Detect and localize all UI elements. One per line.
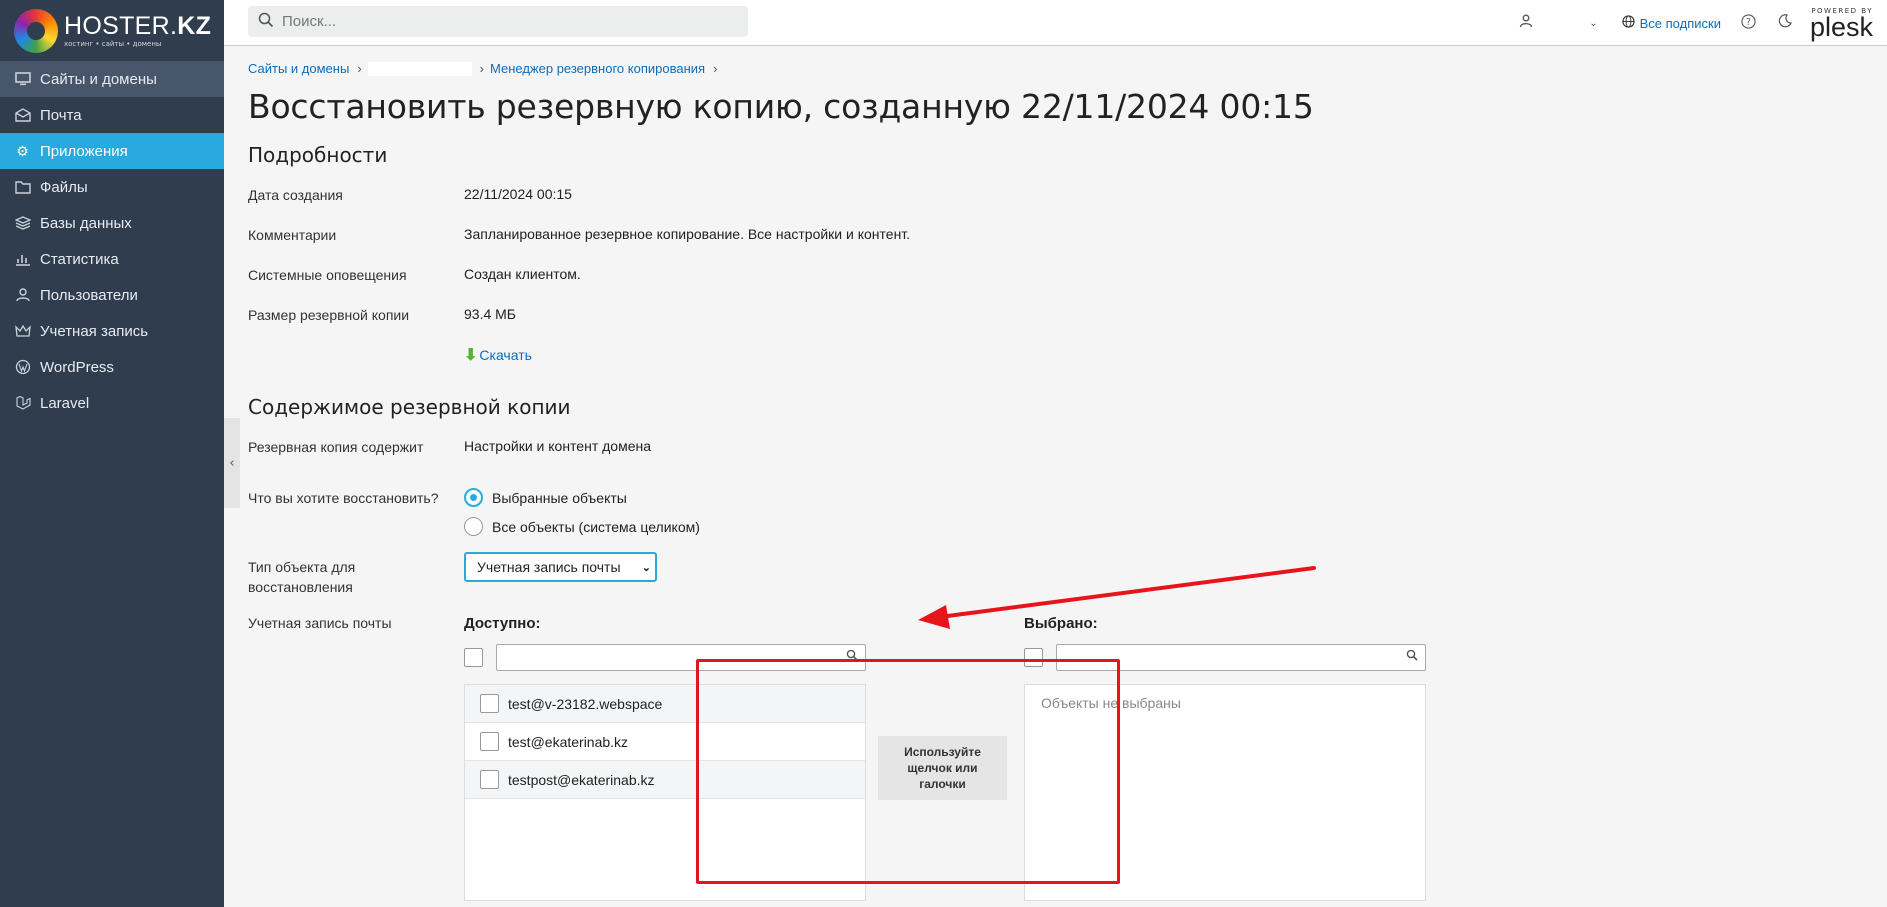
backup-size-label: Размер резервной копии [248, 307, 410, 323]
subscriptions-label: Все подписки [1639, 15, 1721, 31]
folder-icon [14, 179, 31, 196]
laravel-icon [14, 395, 31, 412]
breadcrumb: Сайты и домены › › Менеджер резервного к… [248, 61, 723, 76]
sidebar-item-files[interactable]: Файлы [0, 169, 224, 205]
radio-all-objects[interactable]: Все объекты (система целиком) [464, 517, 700, 536]
sidebar-item-laravel[interactable]: Laravel [0, 385, 224, 421]
svg-text:?: ? [1746, 16, 1751, 27]
globe-icon [1621, 15, 1635, 31]
breadcrumb-redacted-domain[interactable] [367, 61, 472, 76]
crown-icon [14, 323, 31, 340]
radio-button-checked[interactable] [464, 488, 483, 507]
topbar: ⌄ Все подписки ? POWERED BY plesk [224, 0, 1887, 46]
backup-contents-heading: Содержимое резервной копии [248, 395, 571, 419]
plesk-logo: POWERED BY plesk [1809, 7, 1873, 42]
dark-mode-icon[interactable] [1778, 14, 1792, 32]
selected-filter-input[interactable] [1056, 644, 1426, 671]
logo-mark-icon [14, 8, 58, 53]
download-link[interactable]: ⬇ Скачать [464, 345, 532, 365]
selected-list: Объекты не выбраны [1024, 684, 1426, 901]
breadcrumb-sites-domains[interactable]: Сайты и домены [248, 61, 349, 76]
notifications-label: Системные оповещения [248, 267, 407, 283]
help-icon[interactable]: ? [1741, 13, 1756, 33]
sidebar-item-wordpress[interactable]: WordPress [0, 349, 224, 385]
creation-date-label: Дата создания [248, 187, 343, 203]
comments-value: Запланированное резервное копирование. В… [464, 226, 911, 242]
sidebar-item-account[interactable]: Учетная запись [0, 313, 224, 349]
monitor-icon [14, 71, 31, 88]
sidebar-item-mail[interactable]: Почта [0, 97, 224, 133]
item-checkbox[interactable] [480, 770, 499, 789]
chevron-right-icon: › [479, 61, 485, 76]
select-all-available-checkbox[interactable] [464, 648, 483, 667]
select-all-selected-checkbox[interactable] [1024, 648, 1043, 667]
search-icon [846, 649, 858, 664]
available-filter-input[interactable] [496, 644, 866, 671]
annotation-arrow [918, 566, 1316, 629]
chevron-down-icon[interactable]: ⌄ [1589, 18, 1597, 29]
item-checkbox[interactable] [480, 732, 499, 751]
subscriptions-selector[interactable]: Все подписки [1621, 15, 1721, 31]
details-heading: Подробности [248, 143, 388, 167]
sidebar-item-users[interactable]: Пользователи [0, 277, 224, 313]
sidebar: HOSTER.KZ хостинг • сайты • домены Сайты… [0, 0, 224, 907]
sidebar-item-applications[interactable]: ⚙ Приложения [0, 133, 224, 169]
notifications-value: Создан клиентом. [464, 266, 581, 282]
object-type-label: Тип объекта для восстановления [248, 559, 356, 595]
chevron-right-icon: › [357, 61, 362, 76]
backup-size-value: 93.4 МБ [464, 306, 516, 322]
comments-label: Комментарии [248, 227, 337, 243]
search-input[interactable] [282, 13, 712, 30]
restore-what-label: Что вы хотите восстановить? [248, 490, 439, 506]
chevron-down-icon: ⌄ [641, 561, 651, 574]
chevron-left-icon: ‹ [229, 455, 235, 471]
search-box[interactable] [248, 6, 748, 37]
hint-button: Используйте щелчок или галочки [878, 736, 1007, 800]
list-item[interactable]: testpost@ekaterinab.kz [465, 761, 865, 799]
breadcrumb-backup-manager[interactable]: Менеджер резервного копирования [490, 61, 705, 76]
item-checkbox[interactable] [480, 694, 499, 713]
search-icon [258, 12, 274, 32]
backup-contains-label: Резервная копия содержит [248, 439, 424, 455]
sidebar-item-sites-domains[interactable]: Сайты и домены [0, 61, 224, 97]
wordpress-icon [14, 359, 31, 376]
gear-icon: ⚙ [16, 142, 29, 159]
user-menu-icon[interactable] [1519, 14, 1533, 32]
logo[interactable]: HOSTER.KZ хостинг • сайты • домены [0, 0, 224, 61]
logo-tagline: хостинг • сайты • домены [64, 40, 162, 48]
search-icon [1406, 649, 1418, 664]
download-arrow-icon: ⬇ [464, 347, 478, 364]
plesk-brand: plesk [1809, 12, 1873, 42]
list-item[interactable]: test@ekaterinab.kz [465, 723, 865, 761]
page-title: Восстановить резервную копию, созданную … [248, 87, 1314, 126]
chart-icon [14, 251, 31, 268]
database-icon [14, 215, 31, 232]
radio-button[interactable] [464, 517, 483, 536]
object-type-select[interactable]: Учетная запись почты ⌄ [464, 552, 657, 582]
mail-icon [14, 107, 31, 124]
user-icon [14, 287, 31, 304]
available-list: test@v-23182.webspace test@ekaterinab.kz… [464, 684, 866, 901]
backup-contains-value: Настройки и контент домена [464, 438, 652, 454]
empty-selection-text: Объекты не выбраны [1041, 695, 1181, 711]
mail-account-label: Учетная запись почты [248, 615, 392, 631]
main-content: Сайты и домены › › Менеджер резервного к… [248, 47, 1887, 907]
logo-title: HOSTER.KZ [64, 12, 212, 40]
radio-selected-objects[interactable]: Выбранные объекты [464, 488, 627, 507]
sidebar-item-databases[interactable]: Базы данных [0, 205, 224, 241]
sidebar-item-statistics[interactable]: Статистика [0, 241, 224, 277]
available-label: Доступно: [464, 615, 541, 632]
collapse-sidebar-button[interactable]: ‹ [224, 418, 240, 508]
chevron-right-icon: › [713, 61, 718, 76]
list-item[interactable]: test@v-23182.webspace [465, 685, 865, 723]
creation-date-value: 22/11/2024 00:15 [464, 186, 572, 202]
